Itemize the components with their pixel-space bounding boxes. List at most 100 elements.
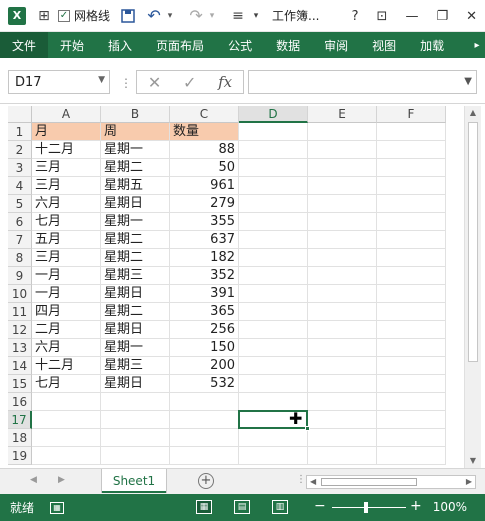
cell-f15[interactable] <box>377 375 446 393</box>
restore-button[interactable]: ❐ <box>436 9 448 24</box>
tab-formulas[interactable]: 公式 <box>216 32 264 58</box>
cell-b15[interactable]: 星期日 <box>101 375 170 393</box>
cell-c6[interactable]: 355 <box>170 213 239 231</box>
cell-a7[interactable]: 五月 <box>32 231 101 249</box>
cell-d1[interactable] <box>239 123 308 141</box>
cell-e10[interactable] <box>308 285 377 303</box>
vertical-scrollbar[interactable]: ▲ ▼ <box>464 106 481 468</box>
ribbon-scroll-right-icon[interactable]: ▸ <box>469 32 485 58</box>
cell-a1[interactable]: 月 <box>32 123 101 141</box>
cell-a14[interactable]: 十二月 <box>32 357 101 375</box>
row-header-18[interactable]: 18 <box>8 429 32 447</box>
cell-e3[interactable] <box>308 159 377 177</box>
row-header-1[interactable]: 1 <box>8 123 32 141</box>
cell-f9[interactable] <box>377 267 446 285</box>
macro-record-icon[interactable]: ▦ <box>50 501 65 514</box>
cell-e11[interactable] <box>308 303 377 321</box>
cell-e9[interactable] <box>308 267 377 285</box>
cell-f4[interactable] <box>377 177 446 195</box>
cell-d10[interactable] <box>239 285 308 303</box>
cell-f11[interactable] <box>377 303 446 321</box>
cell-e2[interactable] <box>308 141 377 159</box>
cell-a9[interactable]: 一月 <box>32 267 101 285</box>
cell-e4[interactable] <box>308 177 377 195</box>
cell-d15[interactable] <box>239 375 308 393</box>
row-header-9[interactable]: 9 <box>8 267 32 285</box>
row-header-16[interactable]: 16 <box>8 393 32 411</box>
ribbon-display-icon[interactable]: ⊡ <box>377 9 388 24</box>
formula-bar-grip-icon[interactable]: ⋮ <box>120 76 132 90</box>
row-header-10[interactable]: 10 <box>8 285 32 303</box>
cell-d9[interactable] <box>239 267 308 285</box>
cell-e15[interactable] <box>308 375 377 393</box>
cell-c5[interactable]: 279 <box>170 195 239 213</box>
cell-d19[interactable] <box>239 447 308 465</box>
cell-e16[interactable] <box>308 393 377 411</box>
name-box[interactable]: D17 ▼ <box>8 70 110 94</box>
cell-c17[interactable] <box>170 411 239 429</box>
cell-a16[interactable] <box>32 393 101 411</box>
cell-f12[interactable] <box>377 321 446 339</box>
cell-a6[interactable]: 七月 <box>32 213 101 231</box>
fill-handle[interactable] <box>305 426 310 431</box>
cell-c1[interactable]: 数量 <box>170 123 239 141</box>
next-sheet-icon[interactable]: ▶ <box>58 475 65 485</box>
cell-a13[interactable]: 六月 <box>32 339 101 357</box>
row-header-11[interactable]: 11 <box>8 303 32 321</box>
cell-d7[interactable] <box>239 231 308 249</box>
tab-review[interactable]: 审阅 <box>312 32 360 58</box>
sheet-tab-sheet1[interactable]: Sheet1 <box>102 469 166 493</box>
cell-d6[interactable] <box>239 213 308 231</box>
table-icon[interactable]: ⊞ <box>36 8 52 24</box>
cell-d12[interactable] <box>239 321 308 339</box>
tab-file[interactable]: 文件 <box>0 32 49 58</box>
row-header-2[interactable]: 2 <box>8 141 32 159</box>
cell-c4[interactable]: 961 <box>170 177 239 195</box>
cell-b14[interactable]: 星期三 <box>101 357 170 375</box>
cell-e5[interactable] <box>308 195 377 213</box>
cell-b4[interactable]: 星期五 <box>101 177 170 195</box>
cell-f6[interactable] <box>377 213 446 231</box>
scroll-down-icon[interactable]: ▼ <box>465 454 481 468</box>
cell-d5[interactable] <box>239 195 308 213</box>
cell-f19[interactable] <box>377 447 446 465</box>
row-header-14[interactable]: 14 <box>8 357 32 375</box>
cell-e19[interactable] <box>308 447 377 465</box>
zoom-slider-thumb[interactable] <box>364 502 368 513</box>
cell-a3[interactable]: 三月 <box>32 159 101 177</box>
cell-f7[interactable] <box>377 231 446 249</box>
prev-sheet-icon[interactable]: ◀ <box>30 475 37 485</box>
tab-insert[interactable]: 插入 <box>96 32 144 58</box>
cell-a11[interactable]: 四月 <box>32 303 101 321</box>
tab-view[interactable]: 视图 <box>360 32 408 58</box>
horizontal-scrollbar[interactable]: ◀ ▶ <box>306 475 476 489</box>
cell-d8[interactable] <box>239 249 308 267</box>
cell-c16[interactable] <box>170 393 239 411</box>
cell-a10[interactable]: 一月 <box>32 285 101 303</box>
enter-icon[interactable]: ✓ <box>183 73 196 92</box>
customize-qat-icon[interactable]: ▾ <box>248 8 264 24</box>
cell-f1[interactable] <box>377 123 446 141</box>
row-header-17[interactable]: 17 <box>8 411 32 429</box>
cell-f17[interactable] <box>377 411 446 429</box>
cell-f13[interactable] <box>377 339 446 357</box>
insert-function-icon[interactable]: fx <box>218 73 232 91</box>
cell-a8[interactable]: 三月 <box>32 249 101 267</box>
close-button[interactable]: ✕ <box>466 9 477 24</box>
cell-f8[interactable] <box>377 249 446 267</box>
cell-d2[interactable] <box>239 141 308 159</box>
zoom-out-button[interactable]: − <box>314 498 326 514</box>
column-header-a[interactable]: A <box>32 106 101 123</box>
cell-b3[interactable]: 星期二 <box>101 159 170 177</box>
column-header-b[interactable]: B <box>101 106 170 123</box>
page-layout-view-icon[interactable]: ▤ <box>234 500 250 514</box>
cell-a18[interactable] <box>32 429 101 447</box>
cell-f14[interactable] <box>377 357 446 375</box>
row-header-3[interactable]: 3 <box>8 159 32 177</box>
cell-e1[interactable] <box>308 123 377 141</box>
cell-d4[interactable] <box>239 177 308 195</box>
cell-c7[interactable]: 637 <box>170 231 239 249</box>
cell-d3[interactable] <box>239 159 308 177</box>
cell-e7[interactable] <box>308 231 377 249</box>
cell-d14[interactable] <box>239 357 308 375</box>
